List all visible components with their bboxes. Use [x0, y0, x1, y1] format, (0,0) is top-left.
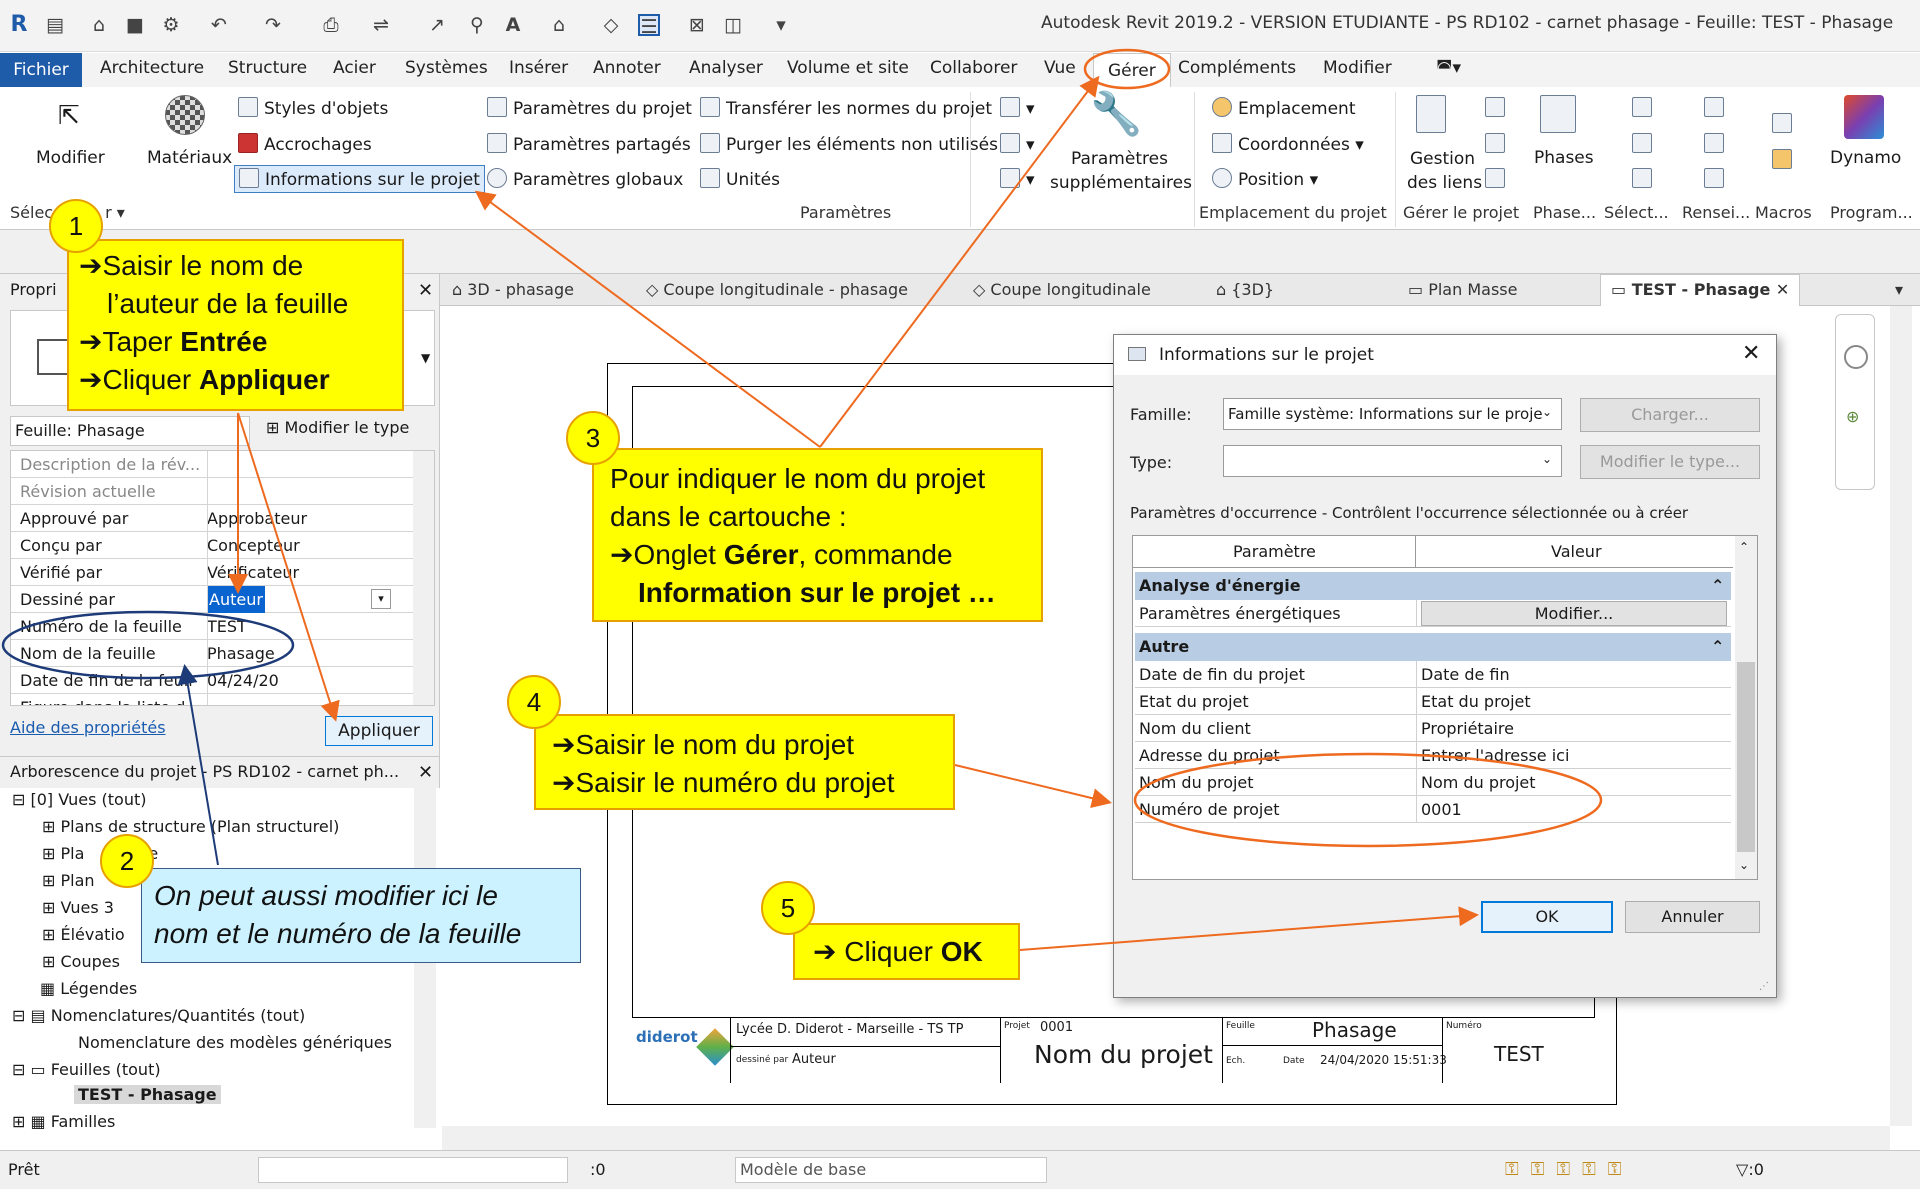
callout-line: ➔Saisir le nom de — [79, 250, 304, 281]
callout-text: Saisir le nom de — [102, 250, 304, 281]
callout-3: Pour indiquer le nom du projet dans le c… — [592, 448, 1043, 622]
step-2-badge: 2 — [100, 834, 154, 888]
callout-line: ➔Cliquer Appliquer — [79, 364, 330, 395]
step-3-badge: 3 — [566, 411, 620, 465]
callout-line: l’auteur de la feuille — [107, 288, 349, 319]
arrow-to-gerer — [819, 75, 1100, 448]
callout-text: Cliquer — [102, 364, 199, 395]
callout-bold: Gérer — [723, 539, 799, 570]
callout-4: ➔Saisir le nom du projet ➔Saisir le numé… — [534, 714, 955, 810]
callout-text: , commande — [798, 539, 953, 570]
gerer-highlight — [1083, 48, 1171, 90]
callout-line: Pour indiquer le nom du projet — [610, 463, 986, 494]
callout-text: Saisir le nom du projet — [575, 729, 855, 760]
callout-text: Saisir le numéro du projet — [575, 767, 895, 798]
callout-text: Cliquer — [844, 936, 941, 967]
callout-1: ➔Saisir le nom de l’auteur de la feuille… — [67, 239, 404, 411]
arrow-to-apply — [237, 412, 340, 722]
project-fields-highlight — [1133, 752, 1603, 848]
callout-5: ➔ Cliquer OK — [793, 923, 1020, 980]
callout-line: ➔Saisir le numéro du projet — [552, 767, 895, 798]
callout-line: ➔Saisir le nom du projet — [552, 729, 855, 760]
callout-bold: Appliquer — [198, 364, 330, 395]
callout-text: Onglet — [633, 539, 724, 570]
step-4-badge: 4 — [507, 675, 561, 729]
step-1-badge: 1 — [49, 199, 103, 253]
arrow-to-ok — [1019, 906, 1479, 951]
callout-line: Information sur le projet … — [638, 577, 996, 608]
callout-2: On peut aussi modifier ici le nom et le … — [141, 868, 581, 963]
arrow-to-sheet-fields — [177, 664, 219, 866]
callout-line: ➔Taper Entrée — [79, 326, 268, 357]
callout-line: ➔ Cliquer OK — [813, 936, 983, 967]
callout-line: On peut aussi modifier ici le — [154, 880, 498, 911]
callout-text: Taper — [102, 326, 181, 357]
callout-bold: OK — [940, 936, 983, 967]
callout-line: ➔Onglet Gérer, commande — [610, 539, 953, 570]
callout-bold: Entrée — [180, 326, 268, 357]
step-5-badge: 5 — [761, 881, 815, 935]
arrow-to-info — [474, 190, 821, 448]
callout-line: dans le cartouche : — [610, 501, 847, 532]
arrow-to-project-fields — [954, 764, 1112, 808]
sheet-fields-highlight — [1, 610, 295, 680]
callout-line: nom et le numéro de la feuille — [154, 918, 522, 949]
